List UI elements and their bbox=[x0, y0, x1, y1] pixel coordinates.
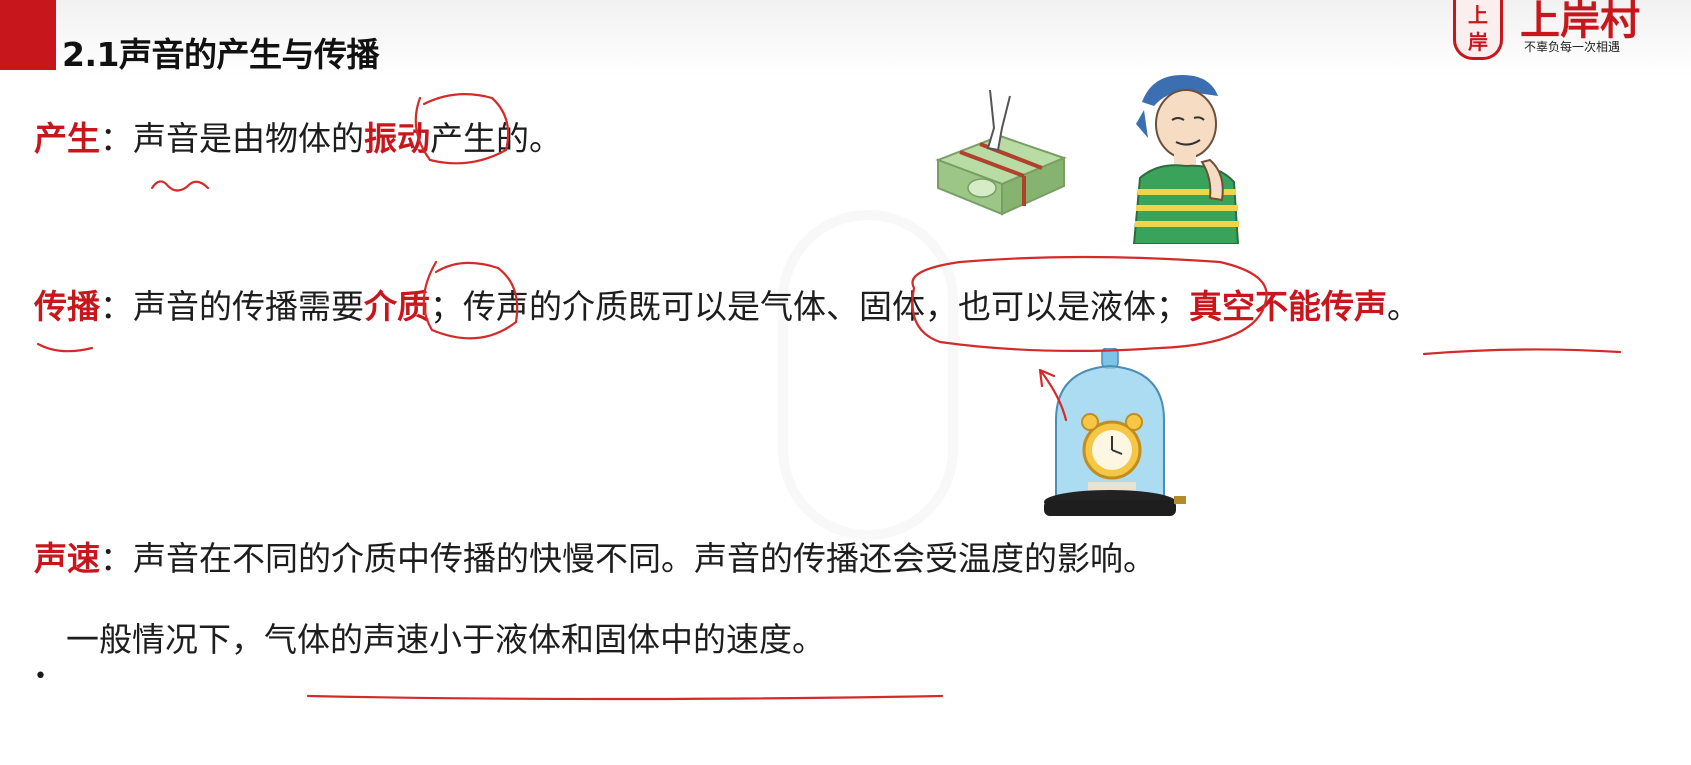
underline-propagation bbox=[36, 342, 94, 353]
propagation-text-post: ；传声的介质既可以是气体、固体，也可以是液体； bbox=[430, 287, 1189, 326]
propagation-keyword-medium: 介质 bbox=[364, 287, 430, 326]
propagation-label: 传播 bbox=[34, 287, 100, 326]
production-sep: ： bbox=[100, 119, 133, 158]
propagation-sep: ： bbox=[100, 287, 133, 326]
production-text-post: 产生的。 bbox=[430, 119, 562, 158]
speed-text: 声音在不同的介质中传播的快慢不同。声音的传播还会受温度的影响。 bbox=[133, 539, 1156, 578]
page-title: 2.1声音的产生与传播 bbox=[62, 35, 379, 74]
underline-bullet bbox=[306, 694, 944, 701]
production-keyword: 振动 bbox=[364, 119, 430, 158]
speed-sep: ： bbox=[100, 539, 133, 578]
bell-jar-illustration bbox=[1044, 348, 1186, 516]
logo-slogan: 不辜负每一次相遇 bbox=[1524, 40, 1621, 54]
production-line: 产生：声音是由物体的振动产生的。 bbox=[34, 112, 562, 160]
logo-seal-icon: 上岸 bbox=[1453, 0, 1503, 60]
propagation-text-pre: 声音的传播需要 bbox=[133, 287, 364, 326]
watermark bbox=[778, 210, 958, 540]
speed-label: 声速 bbox=[34, 539, 100, 578]
production-label: 产生 bbox=[34, 119, 100, 158]
underline-vacuum bbox=[1422, 348, 1622, 356]
speed-line: 声速：声音在不同的介质中传播的快慢不同。声音的传播还会受温度的影响。 bbox=[34, 532, 1156, 580]
underline-squiggle-production bbox=[150, 180, 210, 192]
propagation-keyword-vacuum: 真空不能传声 bbox=[1189, 287, 1387, 326]
bullet-line: 一般情况下，气体的声速小于液体和固体中的速度。 bbox=[66, 613, 825, 661]
propagation-line: 传播：声音的传播需要介质；传声的介质既可以是气体、固体，也可以是液体；真空不能传… bbox=[34, 280, 1420, 328]
bullet-text-pre: 一般情况下， bbox=[66, 620, 264, 659]
propagation-end: 。 bbox=[1387, 287, 1420, 326]
title-accent-block bbox=[0, 0, 56, 70]
bullet-marker: • bbox=[34, 664, 47, 689]
bullet-text-underlined: 气体的声速小于液体和固体中的速度 bbox=[264, 620, 792, 659]
plucked-box-illustration bbox=[935, 89, 1067, 216]
bullet-end: 。 bbox=[792, 620, 825, 659]
boy-illustration bbox=[1132, 75, 1240, 244]
production-text-pre: 声音是由物体的 bbox=[133, 119, 364, 158]
